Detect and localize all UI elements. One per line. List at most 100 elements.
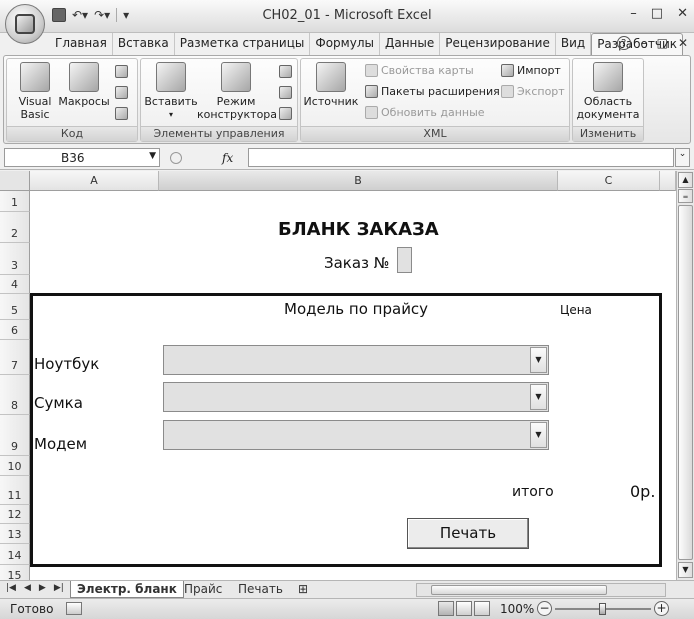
- close-icon[interactable]: ✕: [677, 6, 688, 21]
- macro-security-icon[interactable]: [115, 107, 128, 120]
- window-title: CH02_01 - Microsoft Excel: [262, 8, 432, 23]
- chevron-down-icon[interactable]: ▼: [530, 384, 547, 410]
- column-header-c[interactable]: C: [558, 171, 660, 191]
- row-header[interactable]: 13: [0, 524, 30, 544]
- sheet-tab-price[interactable]: Прайс: [178, 581, 228, 598]
- order-form-title: БЛАНК ЗАКАЗА: [278, 219, 439, 240]
- document-panel-button[interactable]: Область документа: [575, 62, 641, 121]
- row-header[interactable]: 1: [0, 191, 30, 212]
- split-box-icon[interactable]: ═: [678, 189, 693, 203]
- scroll-up-icon[interactable]: ▲: [678, 172, 693, 188]
- horizontal-scroll-thumb[interactable]: [431, 585, 607, 595]
- zoom-out-icon[interactable]: −: [537, 601, 552, 616]
- map-properties-button[interactable]: Свойства карты: [365, 64, 474, 77]
- price-header: Цена: [560, 303, 592, 317]
- tab-view[interactable]: Вид: [556, 33, 592, 55]
- chevron-down-icon[interactable]: ▼: [530, 347, 547, 373]
- map-properties-label: Свойства карты: [381, 64, 474, 77]
- document-panel-label: Область документа: [576, 95, 640, 121]
- next-sheet-icon[interactable]: ▶: [39, 583, 46, 593]
- zoom-in-icon[interactable]: +: [654, 601, 669, 616]
- sheet-tab-order-form[interactable]: Электр. бланк: [70, 581, 184, 598]
- insert-function-icon[interactable]: fx: [222, 151, 233, 165]
- visual-basic-button[interactable]: Visual Basic: [11, 62, 59, 121]
- xml-source-button[interactable]: Источник: [303, 62, 359, 108]
- row-header[interactable]: 15: [0, 565, 30, 580]
- laptop-model-combobox[interactable]: ▼: [163, 345, 549, 375]
- tab-data[interactable]: Данные: [380, 33, 441, 55]
- status-ready: Готово: [10, 602, 54, 616]
- first-sheet-icon[interactable]: |◀: [6, 583, 16, 593]
- row-header[interactable]: 2: [0, 212, 30, 243]
- tab-page-layout[interactable]: Разметка страницы: [175, 33, 311, 55]
- new-sheet-icon[interactable]: ⊞: [292, 581, 314, 598]
- tab-formulas[interactable]: Формулы: [310, 33, 380, 55]
- formula-bar-resize-icon[interactable]: [170, 151, 182, 164]
- status-bar: Готово 100% − +: [0, 598, 694, 619]
- select-all-corner[interactable]: [0, 171, 30, 191]
- chevron-down-icon[interactable]: ▼: [149, 151, 156, 161]
- page-layout-view-icon[interactable]: [456, 601, 472, 616]
- relative-refs-icon[interactable]: [115, 86, 128, 99]
- zoom-level[interactable]: 100%: [500, 602, 534, 616]
- tab-insert[interactable]: Вставка: [113, 33, 175, 55]
- row-header[interactable]: 10: [0, 456, 30, 476]
- properties-icon[interactable]: [279, 65, 292, 78]
- zoom-slider-thumb[interactable]: [599, 603, 606, 615]
- macros-button[interactable]: Макросы: [57, 62, 111, 108]
- column-header-d[interactable]: [660, 171, 676, 191]
- normal-view-icon[interactable]: [438, 601, 454, 616]
- view-code-icon[interactable]: [279, 86, 292, 99]
- design-mode-button[interactable]: Режим конструктора: [197, 62, 277, 121]
- run-dialog-icon[interactable]: [279, 107, 292, 120]
- sheet-tab-print[interactable]: Печать: [232, 581, 289, 598]
- ribbon-close-icon[interactable]: ✕: [678, 36, 688, 50]
- help-icon[interactable]: ?: [616, 36, 631, 50]
- name-box[interactable]: B36 ▼: [4, 148, 160, 167]
- minimize-icon[interactable]: –: [630, 6, 637, 21]
- row-header[interactable]: 14: [0, 544, 30, 565]
- import-button[interactable]: Импорт: [501, 64, 561, 77]
- column-header-a[interactable]: A: [30, 171, 159, 191]
- page-break-view-icon[interactable]: [474, 601, 490, 616]
- import-icon: [501, 64, 514, 77]
- tab-review[interactable]: Рецензирование: [440, 33, 556, 55]
- title-bar: ↶▾ ↷▾ ▾ CH02_01 - Microsoft Excel – □ ✕: [0, 0, 694, 33]
- chevron-down-icon: ▾: [168, 110, 173, 119]
- print-button[interactable]: Печать: [407, 518, 529, 549]
- maximize-icon[interactable]: □: [651, 6, 663, 21]
- scroll-down-icon[interactable]: ▼: [678, 562, 693, 578]
- order-number-field[interactable]: [397, 247, 412, 273]
- row-header[interactable]: 9: [0, 415, 30, 456]
- vertical-scroll-thumb[interactable]: [678, 205, 693, 560]
- ribbon-minimize-icon[interactable]: –: [641, 36, 647, 50]
- expansion-packs-button[interactable]: Пакеты расширения: [365, 85, 500, 98]
- vertical-scrollbar[interactable]: ▲ ═ ▼: [676, 171, 694, 580]
- expand-formula-bar-icon[interactable]: ⌄: [675, 148, 690, 167]
- insert-control-button[interactable]: Вставить ▾: [143, 62, 199, 121]
- row-header[interactable]: 3: [0, 243, 30, 275]
- row-header[interactable]: 5: [0, 294, 30, 320]
- bag-model-combobox[interactable]: ▼: [163, 382, 549, 412]
- record-macro-icon[interactable]: [115, 65, 128, 78]
- export-button[interactable]: Экспорт: [501, 85, 565, 98]
- column-header-b[interactable]: B: [159, 171, 558, 191]
- row-header[interactable]: 4: [0, 275, 30, 294]
- horizontal-scrollbar[interactable]: [416, 583, 666, 597]
- office-button-icon[interactable]: [5, 4, 45, 44]
- last-sheet-icon[interactable]: ▶|: [54, 583, 64, 593]
- chevron-down-icon[interactable]: ▼: [530, 422, 547, 448]
- row-header[interactable]: 7: [0, 340, 30, 375]
- record-macro-status-icon[interactable]: [66, 602, 82, 615]
- ribbon-restore-icon[interactable]: □: [657, 36, 668, 50]
- refresh-data-button[interactable]: Обновить данные: [365, 106, 485, 119]
- row-header[interactable]: 8: [0, 375, 30, 415]
- prev-sheet-icon[interactable]: ◀: [24, 583, 31, 593]
- row-header[interactable]: 6: [0, 320, 30, 340]
- row-header[interactable]: 12: [0, 505, 30, 524]
- tab-home[interactable]: Главная: [50, 33, 113, 55]
- formula-input[interactable]: [248, 148, 674, 167]
- row-header[interactable]: 11: [0, 476, 30, 505]
- modem-model-combobox[interactable]: ▼: [163, 420, 549, 450]
- group-label-controls: Элементы управления: [141, 126, 297, 141]
